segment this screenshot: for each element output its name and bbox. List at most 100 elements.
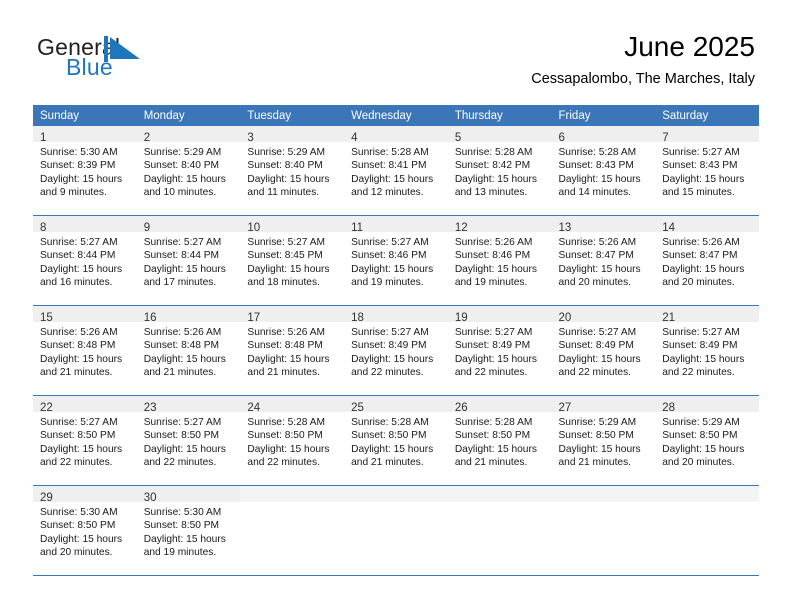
daylight-line-2: and 21 minutes. (247, 366, 320, 378)
daylight-line-1: Daylight: 15 hours (558, 353, 641, 365)
day-cell[interactable]: 21 Sunrise: 5:27 AM Sunset: 8:49 PM Dayl… (655, 305, 759, 396)
day-cell[interactable]: 2 Sunrise: 5:29 AM Sunset: 8:40 PM Dayli… (136, 126, 241, 216)
day-details: Sunrise: 5:26 AM Sunset: 8:46 PM Dayligh… (448, 232, 552, 289)
day-cell[interactable]: 27 Sunrise: 5:29 AM Sunset: 8:50 PM Dayl… (551, 395, 656, 486)
day-number: 23 (143, 402, 157, 414)
day-cell[interactable]: 17 Sunrise: 5:26 AM Sunset: 8:48 PM Dayl… (240, 305, 345, 396)
day-cell[interactable]: 6 Sunrise: 5:28 AM Sunset: 8:43 PM Dayli… (551, 126, 656, 216)
day-number-strip: 26 (447, 396, 552, 414)
daylight-line-2: and 19 minutes. (143, 546, 217, 558)
day-details: Sunrise: 5:28 AM Sunset: 8:50 PM Dayligh… (448, 412, 552, 469)
sunrise-line: Sunrise: 5:29 AM (247, 147, 325, 158)
daylight-line-2: and 13 minutes. (454, 186, 528, 198)
day-cell[interactable]: 15 Sunrise: 5:26 AM Sunset: 8:48 PM Dayl… (33, 305, 137, 396)
day-details: Sunrise: 5:28 AM Sunset: 8:42 PM Dayligh… (448, 142, 552, 199)
sunrise-line: Sunrise: 5:30 AM (40, 507, 118, 518)
sunrise-line: Sunrise: 5:27 AM (558, 327, 637, 338)
calendar-page: General Blue June 2025 Cessapalombo, The… (0, 0, 792, 612)
sunrise-line: Sunrise: 5:27 AM (662, 327, 740, 338)
sunset-line: Sunset: 8:45 PM (247, 250, 323, 262)
day-number: 29 (40, 492, 53, 504)
day-cell[interactable]: 18 Sunrise: 5:27 AM Sunset: 8:49 PM Dayl… (344, 305, 448, 396)
day-number: 22 (40, 402, 53, 414)
day-cell[interactable]: 19 Sunrise: 5:27 AM Sunset: 8:49 PM Dayl… (447, 305, 552, 396)
sunrise-line: Sunrise: 5:26 AM (247, 327, 325, 338)
sunset-line: Sunset: 8:39 PM (40, 160, 116, 172)
calendar-week-row: 8 Sunrise: 5:27 AM Sunset: 8:44 PM Dayli… (33, 215, 759, 306)
sunrise-line: Sunrise: 5:27 AM (662, 147, 740, 158)
daylight-line-2: and 22 minutes. (40, 456, 113, 468)
day-details: Sunrise: 5:30 AM Sunset: 8:50 PM Dayligh… (33, 502, 137, 559)
day-cell[interactable]: 4 Sunrise: 5:28 AM Sunset: 8:41 PM Dayli… (344, 126, 448, 216)
day-cell[interactable]: 10 Sunrise: 5:27 AM Sunset: 8:45 PM Dayl… (240, 215, 345, 306)
daylight-line-1: Daylight: 15 hours (247, 173, 330, 185)
day-number-strip (551, 486, 656, 502)
day-cell-empty (344, 485, 448, 576)
day-details: Sunrise: 5:27 AM Sunset: 8:49 PM Dayligh… (552, 322, 656, 379)
daylight-line-2: and 14 minutes. (558, 186, 632, 198)
day-cell[interactable]: 22 Sunrise: 5:27 AM Sunset: 8:50 PM Dayl… (33, 395, 137, 486)
daylight-line-2: and 19 minutes. (351, 276, 424, 288)
day-cell[interactable]: 26 Sunrise: 5:28 AM Sunset: 8:50 PM Dayl… (447, 395, 552, 486)
day-number-strip: 1 (33, 126, 137, 144)
brand-logo[interactable]: General Blue (37, 35, 227, 87)
day-cell[interactable]: 11 Sunrise: 5:27 AM Sunset: 8:46 PM Dayl… (344, 215, 448, 306)
day-cell[interactable]: 1 Sunrise: 5:30 AM Sunset: 8:39 PM Dayli… (33, 126, 137, 216)
weekday-header-saturday: Saturday (655, 105, 759, 126)
day-number-strip: 5 (447, 126, 552, 144)
day-cell[interactable]: 16 Sunrise: 5:26 AM Sunset: 8:48 PM Dayl… (136, 305, 241, 396)
sunset-line: Sunset: 8:48 PM (143, 340, 220, 352)
day-cell[interactable]: 5 Sunrise: 5:28 AM Sunset: 8:42 PM Dayli… (447, 126, 552, 216)
day-cell[interactable]: 29 Sunrise: 5:30 AM Sunset: 8:50 PM Dayl… (33, 485, 137, 576)
daylight-line-2: and 22 minutes. (351, 366, 424, 378)
day-cell[interactable]: 3 Sunrise: 5:29 AM Sunset: 8:40 PM Dayli… (240, 126, 345, 216)
daylight-line-2: and 21 minutes. (454, 456, 528, 468)
sunset-line: Sunset: 8:50 PM (40, 430, 116, 442)
daylight-line-2: and 22 minutes. (662, 366, 735, 378)
daylight-line-2: and 17 minutes. (143, 276, 217, 288)
sunrise-line: Sunrise: 5:27 AM (40, 237, 118, 248)
day-cell[interactable]: 14 Sunrise: 5:26 AM Sunset: 8:47 PM Dayl… (655, 215, 759, 306)
day-cell[interactable]: 23 Sunrise: 5:27 AM Sunset: 8:50 PM Dayl… (136, 395, 241, 486)
day-number-strip: 30 (136, 486, 241, 504)
day-cell[interactable]: 25 Sunrise: 5:28 AM Sunset: 8:50 PM Dayl… (344, 395, 448, 486)
day-cell[interactable]: 7 Sunrise: 5:27 AM Sunset: 8:43 PM Dayli… (655, 126, 759, 216)
day-details: Sunrise: 5:28 AM Sunset: 8:50 PM Dayligh… (344, 412, 448, 469)
daylight-line-1: Daylight: 15 hours (454, 353, 537, 365)
sunrise-line: Sunrise: 5:27 AM (247, 237, 325, 248)
daylight-line-1: Daylight: 15 hours (143, 443, 226, 455)
day-details: Sunrise: 5:27 AM Sunset: 8:50 PM Dayligh… (137, 412, 241, 469)
daylight-line-1: Daylight: 15 hours (351, 443, 434, 455)
day-cell[interactable]: 9 Sunrise: 5:27 AM Sunset: 8:44 PM Dayli… (136, 215, 241, 306)
day-cell[interactable]: 13 Sunrise: 5:26 AM Sunset: 8:47 PM Dayl… (551, 215, 656, 306)
calendar-table: Sunday Monday Tuesday Wednesday Thursday… (33, 105, 759, 576)
sunrise-line: Sunrise: 5:30 AM (143, 507, 222, 518)
day-number-strip: 28 (655, 396, 759, 414)
day-cell[interactable]: 24 Sunrise: 5:28 AM Sunset: 8:50 PM Dayl… (240, 395, 345, 486)
daylight-line-1: Daylight: 15 hours (143, 263, 226, 275)
sunset-line: Sunset: 8:50 PM (662, 430, 738, 442)
day-number: 20 (558, 312, 572, 324)
day-cell[interactable]: 12 Sunrise: 5:26 AM Sunset: 8:46 PM Dayl… (447, 215, 552, 306)
day-cell[interactable]: 8 Sunrise: 5:27 AM Sunset: 8:44 PM Dayli… (33, 215, 137, 306)
day-number-strip: 12 (447, 216, 552, 234)
day-number: 13 (558, 222, 572, 234)
day-number-strip: 6 (551, 126, 656, 144)
day-cell[interactable]: 20 Sunrise: 5:27 AM Sunset: 8:49 PM Dayl… (551, 305, 656, 396)
day-details: Sunrise: 5:26 AM Sunset: 8:47 PM Dayligh… (655, 232, 759, 289)
sunrise-line: Sunrise: 5:29 AM (558, 417, 637, 428)
day-details: Sunrise: 5:29 AM Sunset: 8:50 PM Dayligh… (655, 412, 759, 469)
day-number: 12 (454, 222, 468, 234)
daylight-line-1: Daylight: 15 hours (40, 533, 123, 545)
daylight-line-2: and 11 minutes. (247, 186, 320, 198)
sunrise-line: Sunrise: 5:27 AM (351, 327, 429, 338)
day-details: Sunrise: 5:28 AM Sunset: 8:43 PM Dayligh… (552, 142, 656, 199)
calendar-week-row: 1 Sunrise: 5:30 AM Sunset: 8:39 PM Dayli… (33, 126, 759, 216)
daylight-line-1: Daylight: 15 hours (662, 443, 745, 455)
calendar-body: 1 Sunrise: 5:30 AM Sunset: 8:39 PM Dayli… (33, 126, 759, 576)
day-cell[interactable]: 28 Sunrise: 5:29 AM Sunset: 8:50 PM Dayl… (655, 395, 759, 486)
day-cell[interactable]: 30 Sunrise: 5:30 AM Sunset: 8:50 PM Dayl… (136, 485, 241, 576)
sunrise-line: Sunrise: 5:26 AM (662, 237, 740, 248)
daylight-line-2: and 22 minutes. (454, 366, 528, 378)
sunrise-line: Sunrise: 5:28 AM (247, 417, 325, 428)
